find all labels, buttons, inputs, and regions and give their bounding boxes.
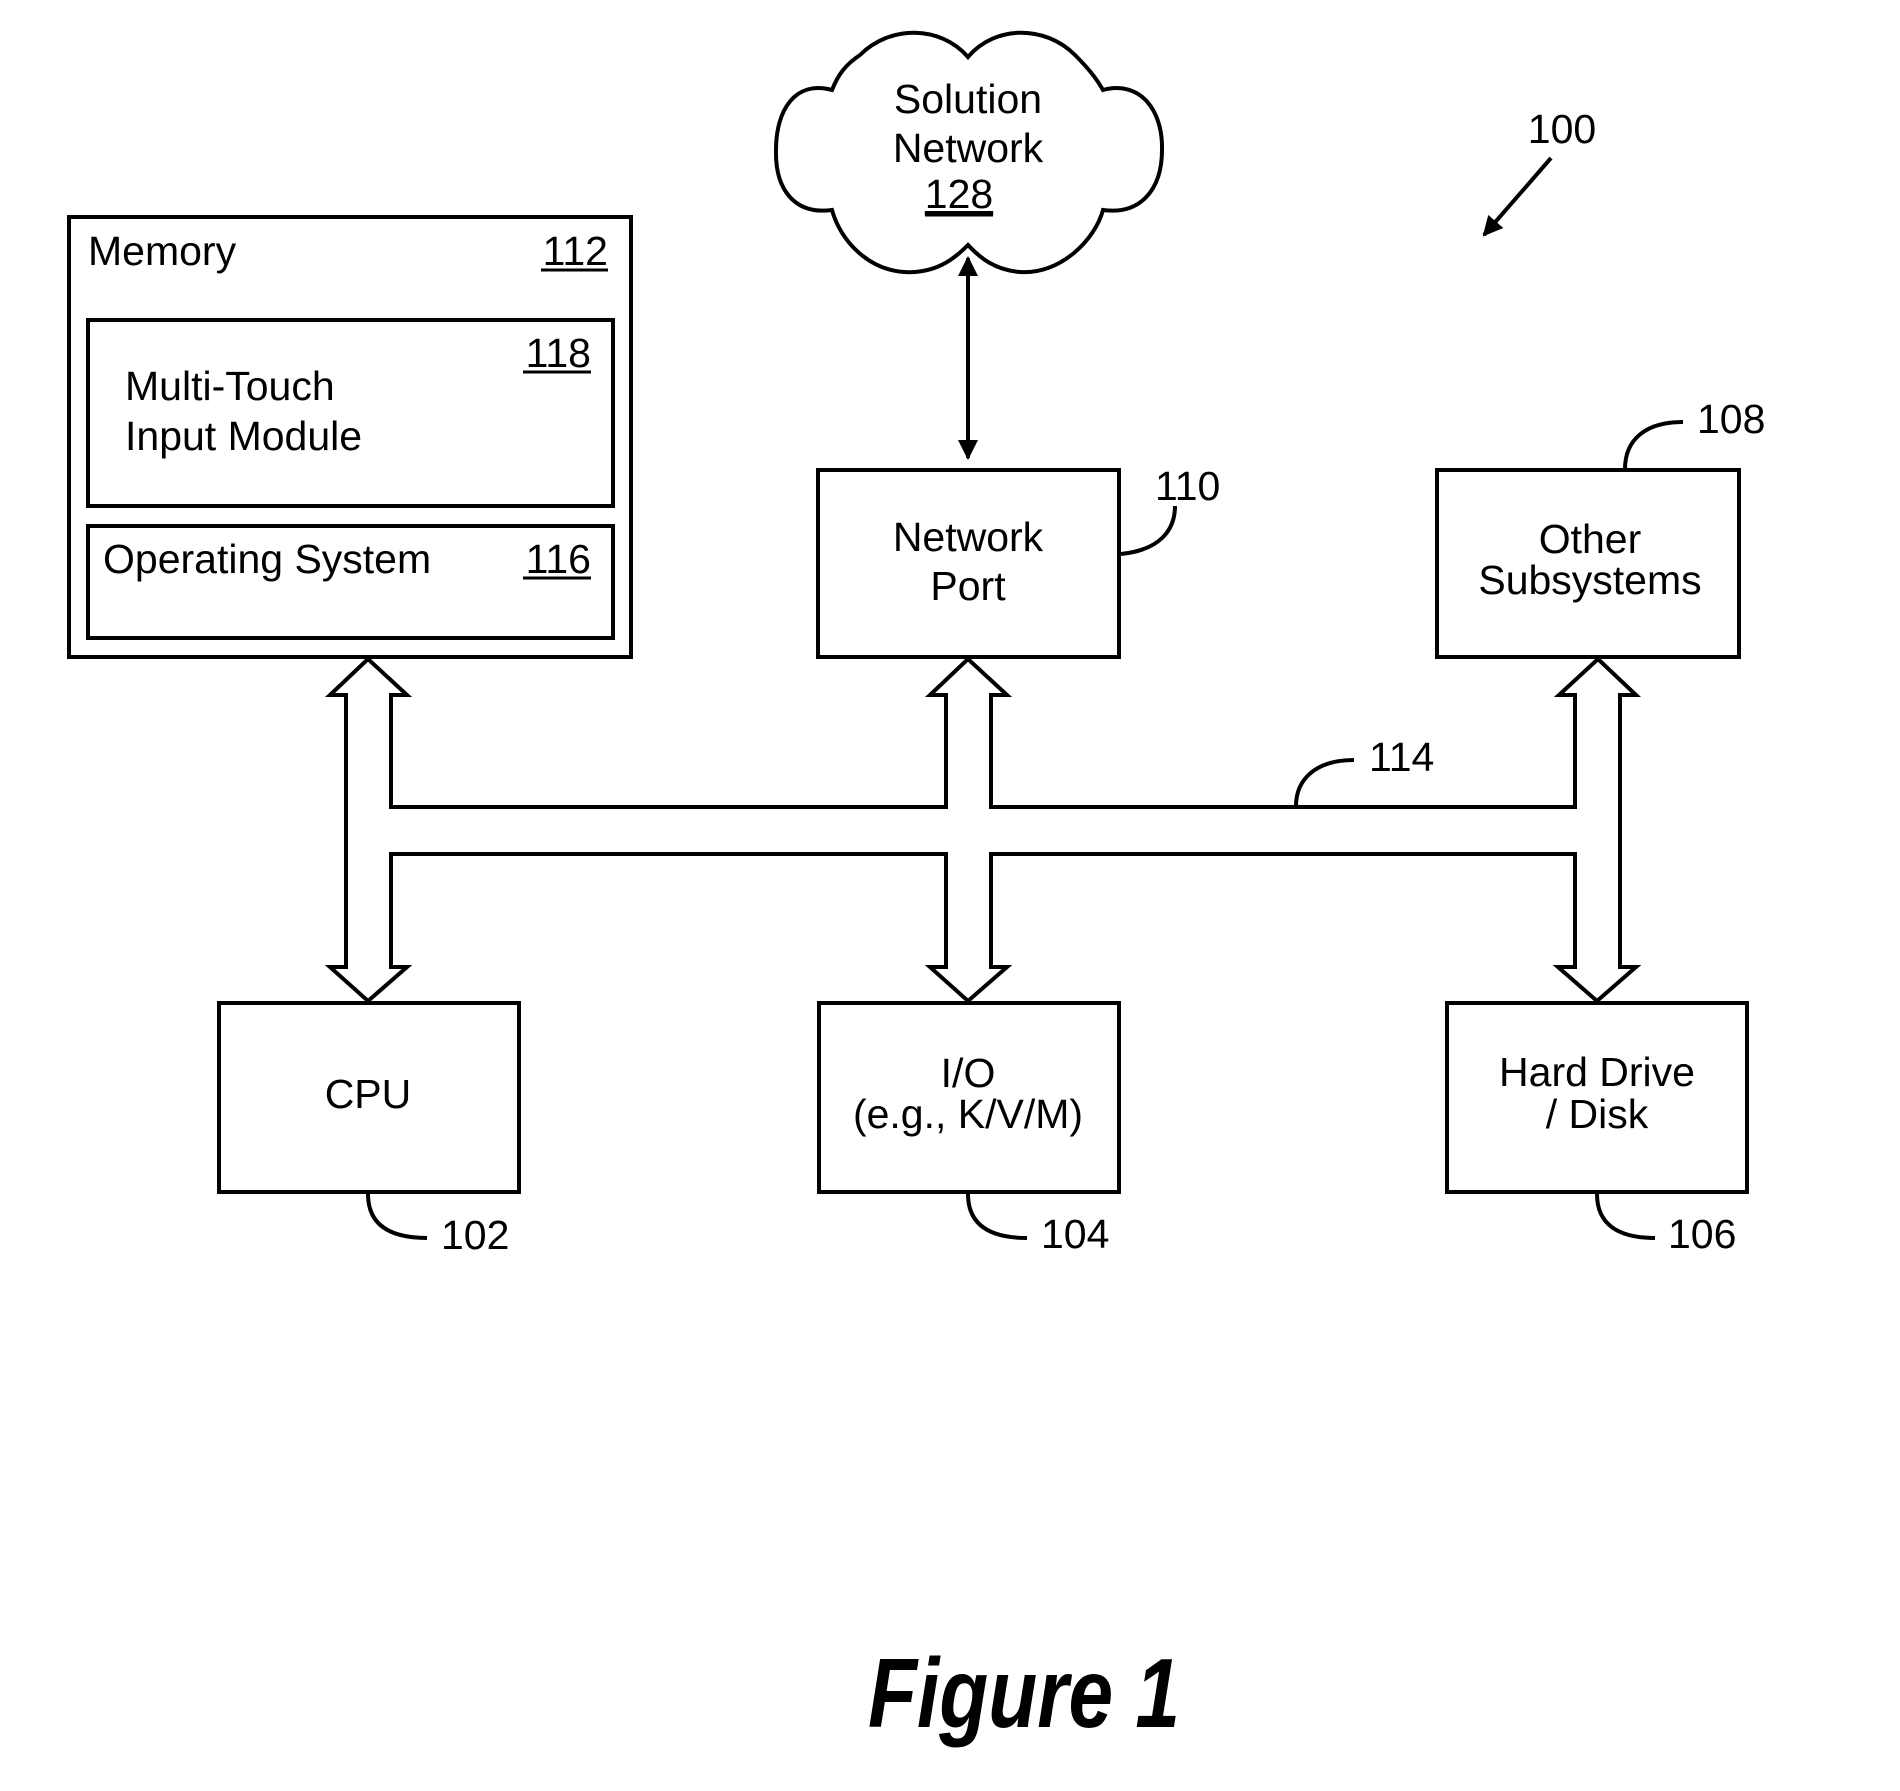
other-subsystems-leader <box>1623 420 1684 470</box>
hard-drive-line1: Hard Drive <box>1499 1049 1695 1095</box>
memory-title: Memory <box>88 228 237 274</box>
memory-cpu-arrow <box>324 656 1642 1004</box>
cpu-leader <box>366 1193 428 1240</box>
network-port-box: Network Port 110 <box>816 463 1220 659</box>
figure-ref-label: 100 <box>1528 106 1596 152</box>
system-bus: 114 <box>324 656 1642 1004</box>
memory-ref: 112 <box>543 228 608 274</box>
memory-box: Memory 112 Multi-Touch Input Module 118 … <box>67 215 633 659</box>
hard-drive-line2: / Disk <box>1546 1091 1649 1137</box>
io-leader <box>966 1193 1028 1240</box>
cpu-ref: 102 <box>441 1212 509 1258</box>
network-port-ref: 110 <box>1155 463 1220 509</box>
io-ref: 104 <box>1041 1211 1109 1257</box>
network-port-leader <box>1120 505 1177 556</box>
network-port-line2: Port <box>930 563 1006 609</box>
system-diagram: Solution Network 128 100 Memory 112 Mult… <box>67 30 1765 1748</box>
other-subsystems-ref: 108 <box>1697 396 1765 442</box>
module-line1: Multi-Touch <box>125 363 335 409</box>
figure-caption: Figure 1 <box>868 1638 1180 1748</box>
cloud-line2: Network <box>893 125 1044 171</box>
module-line2: Input Module <box>125 413 362 459</box>
io-line2: (e.g., K/V/M) <box>853 1091 1083 1137</box>
hard-drive-box: Hard Drive / Disk 106 <box>1445 1001 1749 1257</box>
other-subsystems-line1: Other <box>1539 516 1642 562</box>
hard-drive-leader <box>1595 1193 1656 1240</box>
cloud-ref: 128 <box>925 171 993 217</box>
solution-network-cloud: Solution Network 128 <box>773 30 1165 275</box>
bus-leader <box>1294 758 1355 807</box>
figure-ref-arrow <box>1482 156 1553 237</box>
cloud-line1: Solution <box>894 76 1042 122</box>
cpu-box: CPU 102 <box>217 1001 521 1258</box>
os-label: Operating System <box>103 536 431 582</box>
os-ref: 116 <box>526 536 591 582</box>
io-box: I/O (e.g., K/V/M) 104 <box>817 1001 1121 1257</box>
bus-ref: 114 <box>1369 734 1434 780</box>
other-subsystems-line2: Subsystems <box>1478 557 1701 603</box>
module-ref: 118 <box>526 330 591 376</box>
hard-drive-ref: 106 <box>1668 1211 1736 1257</box>
cpu-label: CPU <box>325 1071 412 1117</box>
io-line1: I/O <box>941 1050 996 1096</box>
other-subsystems-box: Other Subsystems 108 <box>1435 396 1765 659</box>
figure-reference: 100 <box>1482 106 1596 237</box>
network-port-line1: Network <box>893 514 1044 560</box>
